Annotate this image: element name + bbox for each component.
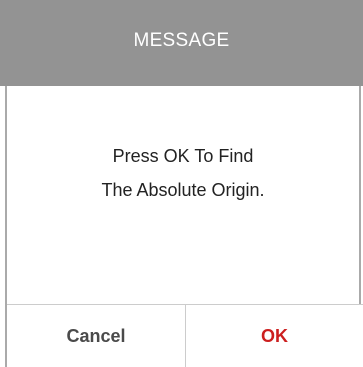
dialog-title: MESSAGE	[133, 29, 230, 51]
message-line-1: Press OK To Find	[112, 146, 254, 166]
button-divider-vertical	[185, 305, 186, 367]
cancel-button[interactable]: Cancel	[7, 305, 185, 367]
ok-button[interactable]: OK	[186, 305, 363, 367]
message-dialog: MESSAGE Press OK To Find The Absolute Or…	[0, 0, 363, 367]
dialog-body: Press OK To Find The Absolute Origin.	[7, 86, 359, 304]
dialog-header: MESSAGE	[0, 0, 363, 86]
dialog-right-border	[359, 86, 361, 304]
message-line-2: The Absolute Origin.	[101, 180, 265, 200]
